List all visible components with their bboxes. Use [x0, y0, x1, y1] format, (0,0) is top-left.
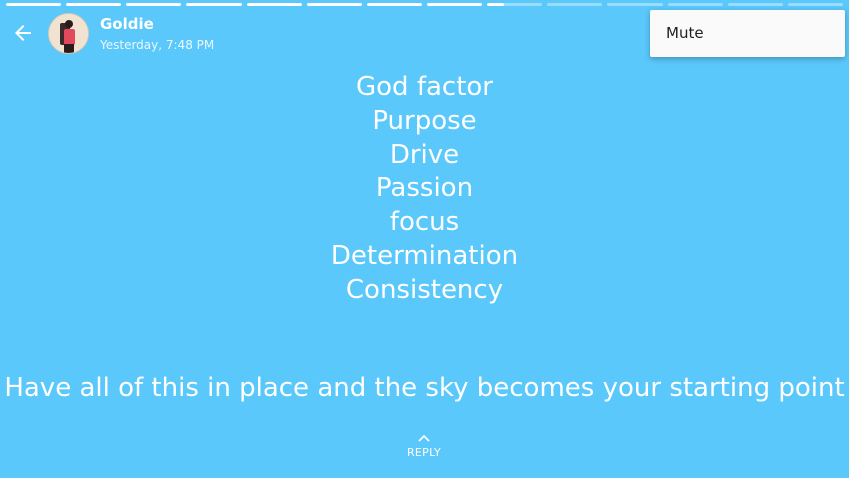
progress-segment-fill	[186, 3, 242, 6]
progress-segment-fill	[366, 3, 422, 6]
progress-segment	[6, 3, 62, 6]
progress-segment-fill	[487, 3, 504, 6]
story-line: God factor	[356, 72, 493, 102]
mute-menu-item[interactable]: Mute	[666, 24, 704, 42]
reply-label: REPLY	[406, 446, 442, 459]
story-line: Purpose	[372, 105, 477, 136]
progress-segment	[607, 3, 663, 6]
progress-segment	[246, 3, 302, 6]
progress-segment	[66, 3, 122, 6]
progress-segment	[787, 3, 843, 6]
progress-segment-fill	[306, 3, 362, 6]
progress-segment	[366, 3, 422, 6]
progress-segment-fill	[426, 3, 483, 6]
back-button[interactable]	[8, 20, 38, 46]
overflow-menu: Mute	[650, 10, 845, 57]
story-line: Passion	[375, 173, 474, 204]
arrow-left-icon	[15, 25, 31, 41]
progress-segment-fill	[6, 3, 62, 6]
progress-segment	[727, 3, 783, 6]
story-line: focus	[389, 207, 460, 238]
story-line: Determination	[330, 240, 519, 271]
progress-segment	[487, 3, 543, 6]
progress-segment-fill	[126, 3, 182, 6]
progress-segment	[667, 3, 723, 6]
progress-segment	[186, 3, 242, 6]
user-name[interactable]: Goldie	[100, 15, 154, 33]
post-timestamp: Yesterday, 7:48 PM	[100, 38, 215, 52]
story-caption: Have all of this in place and the sky be…	[4, 373, 845, 403]
profile-photo	[49, 14, 88, 53]
avatar[interactable]	[48, 13, 89, 54]
progress-segment	[426, 3, 483, 6]
story-line: Drive	[389, 139, 460, 170]
story-line: Consistency	[345, 274, 504, 305]
progress-segment	[547, 3, 603, 6]
reply-button[interactable]: REPLY	[394, 431, 454, 467]
chevron-up-icon	[418, 434, 430, 442]
progress-segment-fill	[66, 3, 122, 6]
progress-segment-fill	[246, 3, 302, 6]
progress-segment	[306, 3, 362, 6]
story-progress-bar	[6, 3, 843, 6]
progress-segment	[126, 3, 182, 6]
story-text: God factor Purpose Drive Passion focus D…	[0, 71, 849, 308]
